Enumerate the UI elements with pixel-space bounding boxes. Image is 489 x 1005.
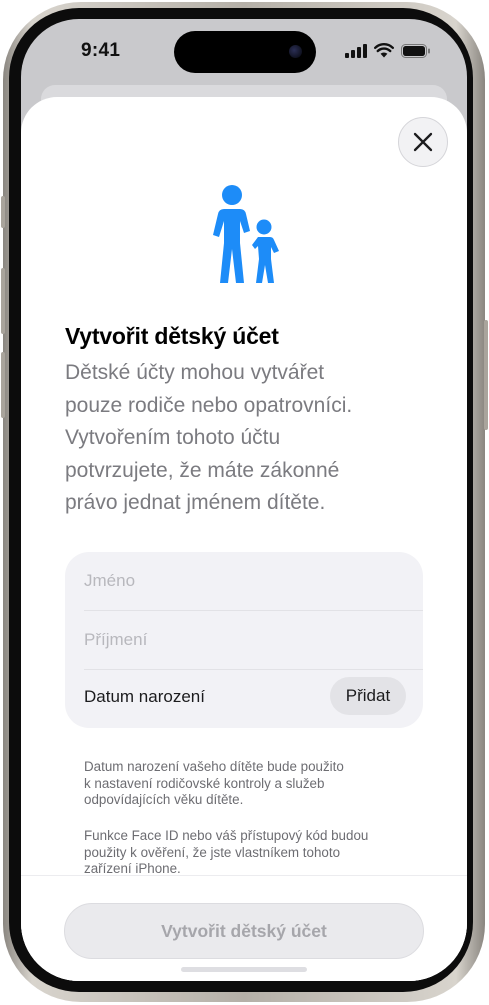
side-button <box>484 320 488 430</box>
battery-icon <box>401 43 430 58</box>
description-line: potvrzujete, že máte zákonné <box>65 458 340 482</box>
field-divider <box>84 610 423 611</box>
family-icon <box>213 185 279 283</box>
cellular-signal-icon <box>345 43 367 58</box>
last-name-field[interactable] <box>84 627 404 653</box>
description-line: Dětské účty mohou vytvářet <box>65 361 325 384</box>
description-line: pouze rodiče nebo opatrovníci. <box>65 393 353 417</box>
status-bar: 9:41 <box>21 19 467 85</box>
footnote-line: použity k ověření, že jste vlastníkem to… <box>84 844 341 860</box>
footnote-line: odpovídajících věku dítěte. <box>84 792 244 808</box>
first-name-field[interactable] <box>84 568 404 594</box>
sheet-title: Vytvořit dětský účet <box>65 323 279 349</box>
home-indicator[interactable] <box>181 967 307 972</box>
front-camera <box>289 45 302 58</box>
bottom-action-area: Vytvořit dětský účet <box>21 876 467 981</box>
close-button[interactable] <box>398 117 448 167</box>
birth-date-footnote: Datum narození vašeho dítěte bude použit… <box>84 759 384 809</box>
volume-down-button <box>1 352 5 418</box>
dynamic-island <box>174 31 316 73</box>
wifi-icon <box>374 43 394 58</box>
volume-up-button <box>1 268 5 334</box>
sheet-description: Dětské účty mohou vytvářet pouze rodiče … <box>65 357 425 520</box>
description-line: právo jednat jménem dítěte. <box>65 491 326 514</box>
footnote-line: k nastavení rodičovské kontroly a služeb <box>84 775 325 791</box>
status-time: 9:41 <box>81 40 121 61</box>
create-child-account-sheet: Vytvořit dětský účet Dětské účty mohou v… <box>21 97 467 981</box>
close-icon <box>413 132 433 152</box>
face-id-footnote: Funkce Face ID nebo váš přístupový kód b… <box>84 828 384 878</box>
status-icons <box>345 43 431 58</box>
field-divider <box>84 669 423 670</box>
child-info-form: Datum narození Přidat <box>65 552 423 728</box>
description-line: Vytvořením tohoto účtu <box>65 426 281 449</box>
add-birth-date-button[interactable]: Přidat <box>330 677 406 715</box>
footnote-line: Datum narození vašeho dítěte bude použit… <box>84 759 344 774</box>
footnote-line: Funkce Face ID nebo váš přístupový kód b… <box>84 828 369 843</box>
create-child-account-button[interactable]: Vytvořit dětský účet <box>64 903 424 959</box>
action-button <box>1 196 5 228</box>
screen: 9:41 Vytvořit dětský účet Dětské účty mo… <box>21 19 467 981</box>
birth-date-label: Datum narození <box>84 687 205 706</box>
